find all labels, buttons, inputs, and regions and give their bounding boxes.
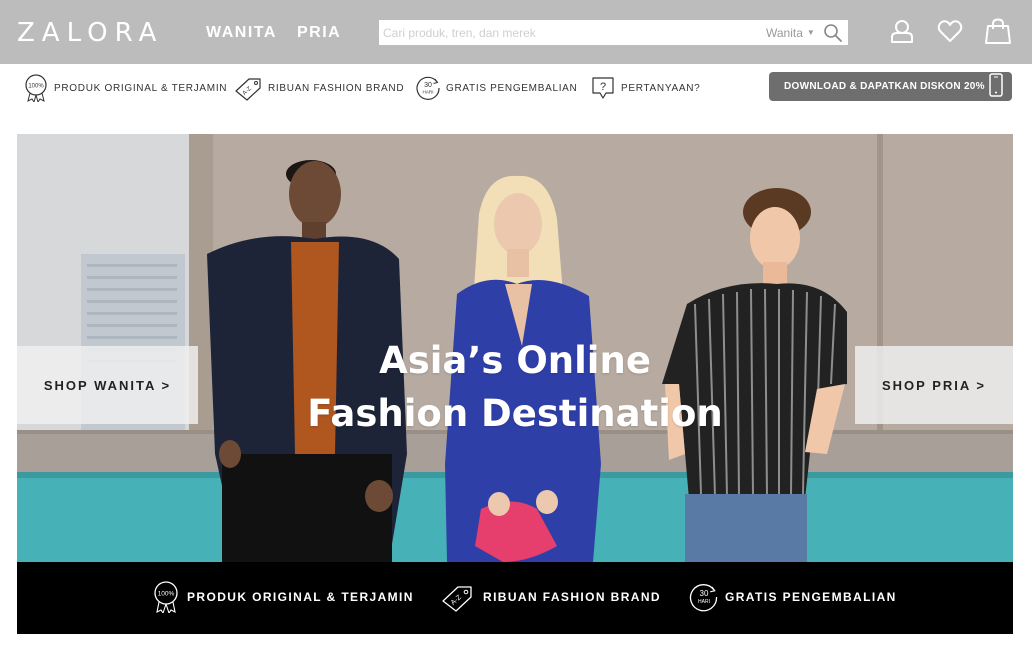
svg-text:HARI: HARI — [698, 599, 710, 605]
strip-item-returns: 30 HARI GRATIS PENGEMBALIAN — [689, 580, 897, 614]
hero-banner[interactable]: Asia’s Online Fashion Destination SHOP W… — [17, 134, 1013, 562]
search-icon[interactable] — [823, 23, 843, 43]
svg-text:30: 30 — [424, 82, 432, 89]
usp-item-original[interactable]: 100% PRODUK ORIGINAL & TERJAMIN — [23, 73, 227, 103]
shop-pria-button[interactable]: SHOP PRIA > — [855, 346, 1013, 424]
search-department-select[interactable]: Wanita ▼ — [766, 26, 815, 40]
usp-label: PRODUK ORIGINAL & TERJAMIN — [54, 82, 228, 94]
svg-text:30: 30 — [700, 589, 709, 598]
brand-tag-icon: A-Z — [442, 586, 472, 612]
question-icon: ? — [592, 77, 614, 99]
return-30-days-icon: 30 HARI — [416, 76, 440, 100]
strip-item-brand: A-Z RIBUAN FASHION BRAND — [437, 580, 661, 614]
top-header: ZALORA WANITA PRIA Wanita▼ — [0, 0, 1032, 64]
usp-item-returns[interactable]: 30 HARI GRATIS PENGEMBALIAN — [415, 73, 577, 103]
strip-label: PRODUK ORIGINAL & TERJAMIN — [187, 590, 414, 604]
original-badge-icon-text: 100% — [28, 84, 44, 90]
download-app-label: DOWNLOAD & DAPATKAN DISKON 20% — [784, 81, 985, 92]
question-icon-text: ? — [600, 81, 606, 93]
search-bar: Wanita▼ — [379, 20, 848, 45]
shop-wanita-button[interactable]: SHOP WANITA > — [17, 346, 198, 424]
nav-pria[interactable]: PRIA — [297, 24, 341, 42]
svg-text:HARI: HARI — [423, 90, 434, 95]
return-30-days-icon: 30 HARI — [689, 584, 718, 612]
strip-item-original: 100% PRODUK ORIGINAL & TERJAMIN — [151, 580, 414, 614]
usp-label: PERTANYAAN? — [621, 82, 701, 94]
search-input[interactable] — [379, 20, 759, 45]
brand-tag-icon: A-Z — [235, 78, 261, 101]
usp-label: GRATIS PENGEMBALIAN — [446, 82, 578, 94]
usp-label: RIBUAN FASHION BRAND — [268, 82, 405, 94]
brand-tag-icon-text: A-Z — [450, 594, 464, 607]
original-badge-icon-text: 100% — [158, 591, 175, 598]
mobile-phone-icon — [989, 73, 1003, 97]
shopping-bag-icon[interactable] — [985, 18, 1011, 44]
usp-item-faq[interactable]: ? PERTANYAAN? — [590, 73, 700, 103]
account-icon[interactable] — [889, 18, 915, 44]
strip-label: GRATIS PENGEMBALIAN — [725, 590, 897, 604]
strip-label: RIBUAN FASHION BRAND — [483, 590, 661, 604]
wishlist-heart-icon[interactable] — [937, 18, 963, 44]
usp-strip: 100% PRODUK ORIGINAL & TERJAMIN A-Z RIBU… — [17, 562, 1013, 634]
original-badge-icon: 100% — [25, 74, 47, 102]
zalora-logo[interactable]: ZALORA — [17, 18, 163, 48]
usp-item-brand[interactable]: A-Z RIBUAN FASHION BRAND — [233, 73, 404, 103]
chevron-down-icon: ▼ — [806, 28, 815, 37]
download-app-button[interactable]: DOWNLOAD & DAPATKAN DISKON 20% — [769, 72, 1012, 101]
search-department-value: Wanita — [766, 26, 803, 40]
original-badge-icon: 100% — [154, 581, 178, 613]
nav-wanita[interactable]: WANITA — [206, 24, 277, 42]
